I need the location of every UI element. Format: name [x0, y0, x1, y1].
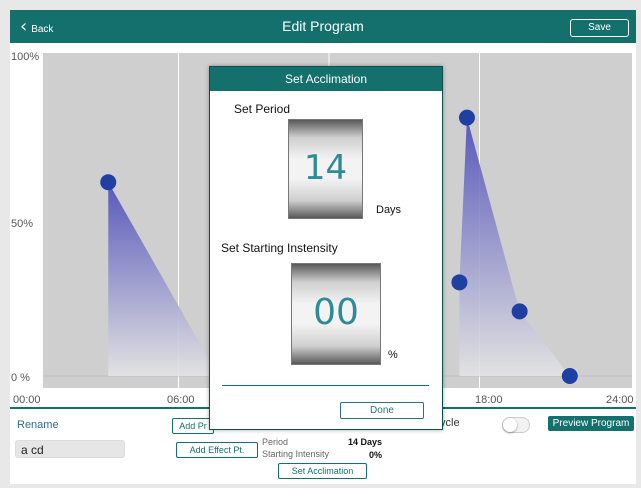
- y-tick-label: 50%: [11, 218, 34, 230]
- preview-program-button[interactable]: Preview Program: [548, 416, 634, 431]
- data-point: [511, 303, 528, 320]
- y-tick-label: 100%: [11, 51, 40, 63]
- cycle-toggle[interactable]: [502, 417, 530, 433]
- done-button[interactable]: Done: [340, 402, 424, 419]
- starting-intensity-value: 0%: [369, 450, 383, 460]
- data-point: [100, 174, 117, 191]
- intensity-picker[interactable]: 00: [291, 263, 381, 365]
- top-bar: ‹ Back Edit Program Save: [10, 10, 636, 43]
- data-point: [458, 109, 475, 126]
- add-preset-button[interactable]: Add Pr: [172, 418, 214, 434]
- dialog-title: Set Acclimation: [210, 67, 442, 91]
- starting-intensity-label: Starting Intensity: [262, 449, 330, 459]
- period-picker[interactable]: 14: [288, 119, 363, 219]
- x-tick-label: 06:00: [167, 394, 195, 406]
- rename-label: Rename: [17, 419, 59, 431]
- back-label: Back: [31, 23, 54, 35]
- period-label: Period: [262, 437, 289, 447]
- save-button[interactable]: Save: [570, 19, 629, 37]
- x-tick-label: 18:00: [475, 394, 503, 406]
- toggle-knob: [503, 418, 517, 432]
- chevron-left-icon: ‹: [20, 16, 28, 37]
- acclimation-dialog: Set Acclimation Set Period 14 Days Set S…: [209, 66, 443, 430]
- data-point: [451, 274, 468, 291]
- set-period-label: Set Period: [234, 102, 291, 116]
- back-button[interactable]: ‹ Back: [20, 17, 53, 37]
- set-starting-intensity-label: Set Starting Instensity: [221, 241, 338, 255]
- data-point: [561, 368, 578, 384]
- period-picker-value: 14: [303, 148, 348, 188]
- period-unit: Days: [376, 204, 402, 216]
- intensity-picker-value: 00: [313, 292, 359, 333]
- intensity-unit: %: [388, 349, 398, 361]
- period-value: 14 Days: [348, 437, 383, 447]
- page-title: Edit Program: [282, 18, 364, 34]
- x-tick-label: 24:00: [606, 394, 634, 406]
- set-acclimation-button[interactable]: Set Acclimation: [278, 463, 367, 479]
- y-tick-label: 0 %: [11, 372, 30, 384]
- app-window: ‹ Back Edit Program Save 100% 50% 0 % 00:0…: [10, 10, 636, 484]
- x-tick-label: 00:00: [13, 394, 41, 406]
- dialog-divider: [222, 385, 429, 386]
- add-effect-point-button[interactable]: Add Effect Pt.: [176, 442, 258, 458]
- program-name-input[interactable]: a cd: [15, 440, 125, 458]
